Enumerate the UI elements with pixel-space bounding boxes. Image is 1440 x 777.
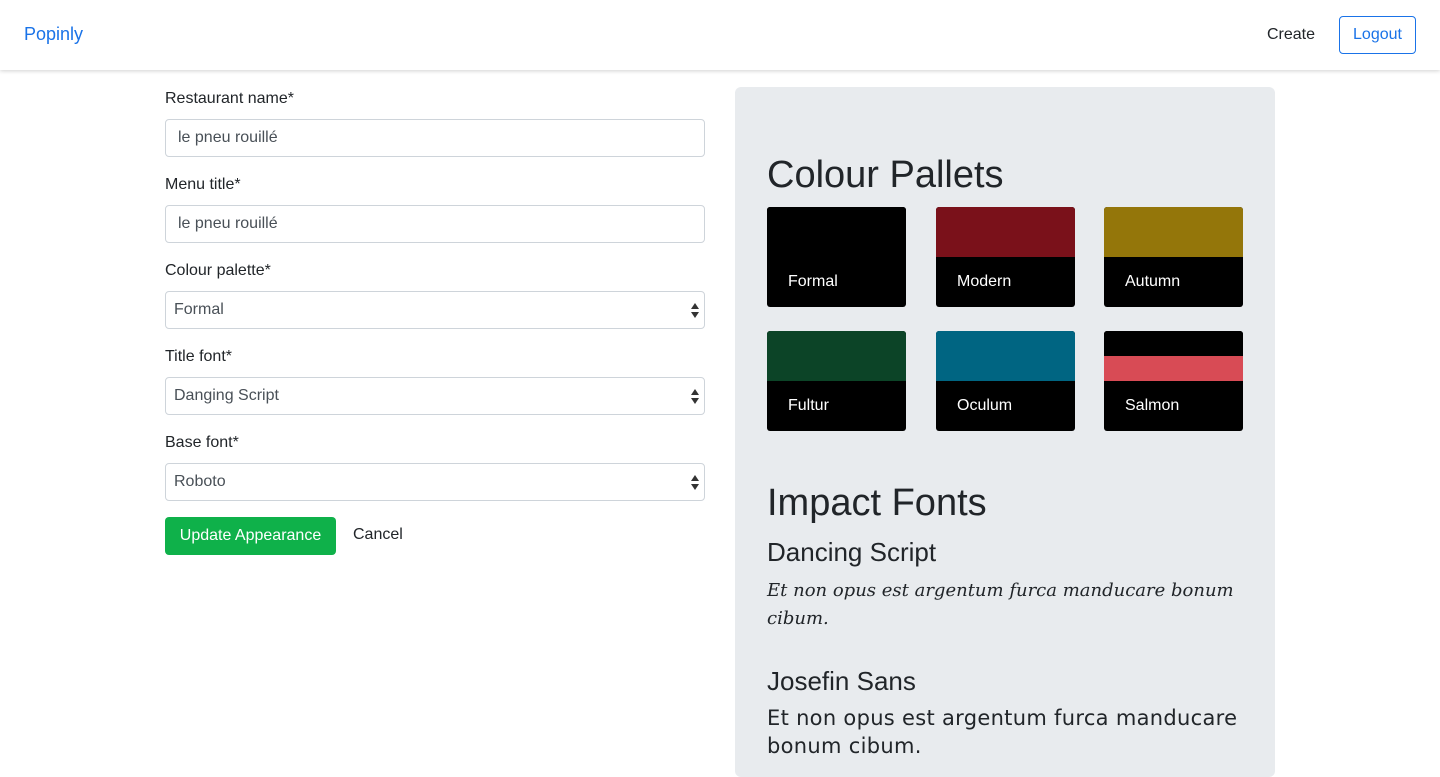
create-link[interactable]: Create [1267,26,1315,44]
base-font-value: Roboto [174,473,226,490]
palette-swatch-formal[interactable]: Formal [767,207,906,307]
cancel-button[interactable]: Cancel [353,526,403,544]
select-arrows-icon [691,303,699,319]
palette-band [936,356,1075,381]
palette-swatch-salmon[interactable]: Salmon [1104,331,1243,431]
palette-label: Oculum [957,397,1013,414]
palette-label: Formal [788,273,838,290]
palette-band [767,232,906,257]
title-font-value: Danging Script [174,387,279,404]
select-arrows-icon [691,475,699,491]
palette-band [767,207,906,232]
palette-swatch-oculum[interactable]: Oculum [936,331,1075,431]
palette-label: Modern [957,273,1012,290]
title-font-select[interactable]: Danging Script [165,377,705,415]
update-appearance-button[interactable]: Update Appearance [165,517,336,555]
palette-label: Fultur [788,397,829,414]
palette-swatch-autumn[interactable]: Autumn [1104,207,1243,307]
palette-band [936,207,1075,232]
base-font-label: Base font* [165,434,239,451]
font-sample-josefin-sans: Et non opus est argentum furca manducare… [767,706,1238,758]
font-name-dancing-script: Dancing Script [767,537,937,567]
title-font-label: Title font* [165,348,232,365]
menu-title-input[interactable]: le pneu rouillé [165,205,705,243]
palette-band [1104,207,1243,232]
palette-band [767,356,906,381]
palette-label: Salmon [1125,397,1180,414]
palette-band [1104,232,1243,257]
palette-band [1104,356,1243,381]
base-font-select[interactable]: Roboto [165,463,705,501]
menu-title-label: Menu title* [165,176,241,193]
palette-band [936,331,1075,356]
select-arrows-icon [691,389,699,405]
brand-link[interactable]: Popinly [24,24,83,45]
top-navbar: Popinly Create Logout [0,0,1440,70]
colour-palette-select[interactable]: Formal [165,291,705,329]
palette-band [936,232,1075,257]
palette-band [1104,331,1243,356]
colour-palette-value: Formal [174,301,224,318]
palette-swatch-fultur[interactable]: Fultur [767,331,906,431]
preview-panel: Colour Pallets Formal Modern Autumn Fult… [735,87,1275,777]
palette-swatch-modern[interactable]: Modern [936,207,1075,307]
palette-label: Autumn [1125,273,1181,290]
colour-pallets-heading: Colour Pallets [767,154,1004,196]
font-name-josefin-sans: Josefin Sans [767,666,916,696]
logout-button[interactable]: Logout [1339,16,1416,54]
palette-band [767,331,906,356]
colour-palette-label: Colour palette* [165,262,271,279]
restaurant-name-label: Restaurant name* [165,90,294,107]
font-sample-dancing-script: Et non opus est argentum furca manducare… [767,580,1234,629]
impact-fonts-heading: Impact Fonts [767,482,987,524]
restaurant-name-input[interactable]: le pneu rouillé [165,119,705,157]
